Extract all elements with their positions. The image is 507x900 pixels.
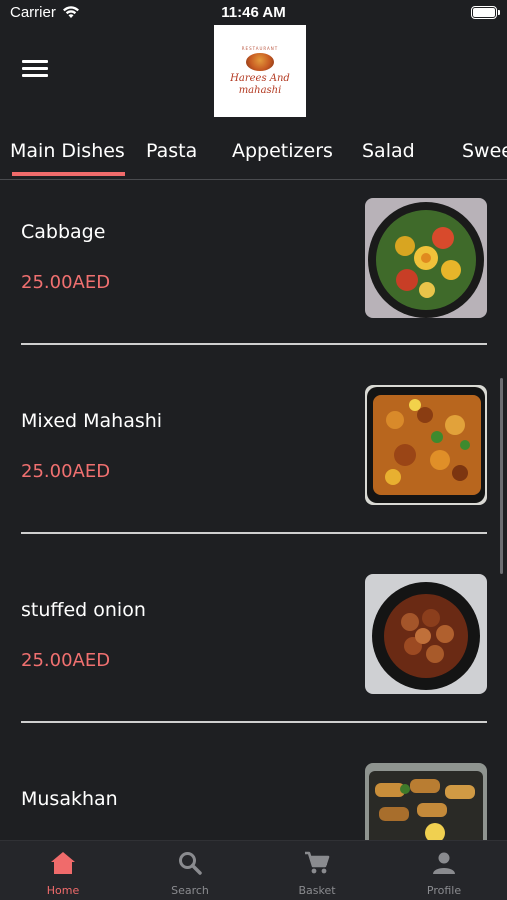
logo-small-text: RESTAURANT — [241, 45, 279, 51]
nav-home-label: Home — [46, 884, 80, 897]
dish-item[interactable]: Mixed Mahashi 25.00AED — [0, 370, 507, 559]
tab-pasta[interactable]: Pasta — [146, 140, 197, 162]
dish-photo — [365, 385, 487, 505]
dish-name: stuffed onion — [21, 599, 146, 621]
dish-list: Cabbage 25.00AED Mixed Mahashi 25.00AED — [0, 181, 507, 840]
battery-icon — [471, 6, 500, 19]
divider — [21, 532, 487, 534]
nav-basket-label: Basket — [298, 884, 336, 897]
dish-price: 25.00AED — [21, 650, 111, 671]
divider — [21, 721, 487, 723]
tab-appetizers[interactable]: Appetizers — [232, 140, 333, 162]
nav-search[interactable]: Search — [127, 841, 253, 900]
profile-icon — [433, 852, 455, 874]
dish-name: Cabbage — [21, 221, 106, 243]
category-tabs: Main Dishes Pasta Appetizers Salad Sweet… — [0, 130, 507, 180]
menu-button[interactable] — [22, 60, 48, 82]
dish-price: 25.00AED — [21, 272, 111, 293]
hamburger-icon — [22, 60, 48, 63]
logo-line-1: Harees And — [230, 72, 290, 84]
nav-search-label: Search — [171, 884, 209, 897]
dish-item[interactable]: Cabbage 25.00AED — [0, 181, 507, 370]
dish-price: 25.00AED — [21, 461, 111, 482]
dish-photo — [365, 198, 487, 318]
nav-basket[interactable]: Basket — [254, 841, 380, 900]
status-bar: Carrier 11:46 AM — [0, 0, 507, 28]
clock: 11:46 AM — [221, 4, 286, 21]
bottom-navigation: Home Search Basket Profile — [0, 840, 507, 900]
cart-icon — [305, 851, 330, 874]
logo-line-2: mahashi — [238, 84, 282, 96]
restaurant-logo: RESTAURANT Harees And mahashi — [214, 25, 306, 117]
tab-salad[interactable]: Salad — [362, 140, 415, 162]
home-icon — [51, 852, 75, 874]
nav-profile-label: Profile — [426, 884, 462, 897]
divider — [21, 343, 487, 345]
tab-main-dishes[interactable]: Main Dishes — [10, 140, 125, 176]
dish-photo — [365, 574, 487, 694]
nav-profile[interactable]: Profile — [381, 841, 507, 900]
scroll-indicator[interactable] — [500, 378, 503, 574]
dish-photo — [365, 763, 487, 840]
logo-bowl-icon — [246, 52, 274, 71]
dish-name: Musakhan — [21, 788, 118, 810]
tab-sweets[interactable]: Sweets — [462, 140, 507, 162]
search-icon — [179, 852, 202, 875]
nav-home[interactable]: Home — [0, 841, 126, 900]
dish-name: Mixed Mahashi — [21, 410, 163, 432]
dish-item[interactable]: stuffed onion 25.00AED — [0, 559, 507, 748]
dish-item[interactable]: Musakhan — [0, 748, 507, 840]
